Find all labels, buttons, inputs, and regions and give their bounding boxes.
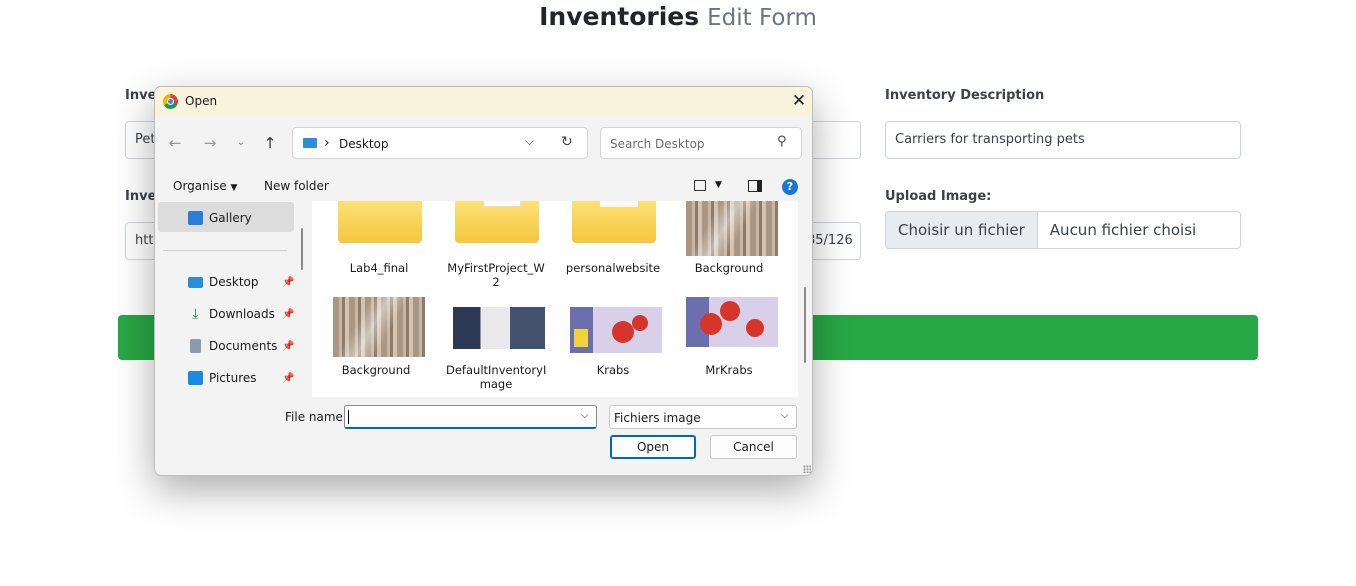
nav-item-label: Downloads [209, 307, 275, 321]
file-name: DefaultInventoryI mage [446, 363, 547, 391]
page-subheading: Edit Form [707, 5, 817, 31]
desktop-icon [188, 276, 203, 288]
folder-icon [455, 201, 539, 243]
nav-item-gallery[interactable]: Gallery [188, 208, 252, 228]
address-bar[interactable]: › Desktop ⌵ ↻ [292, 127, 588, 159]
breadcrumb-location[interactable]: Desktop [339, 137, 389, 151]
gallery-icon [188, 211, 203, 225]
organise-menu[interactable]: Organise ▼ [173, 179, 237, 193]
close-icon[interactable]: ✕ [789, 91, 809, 111]
dialog-title-bar[interactable]: Open ✕ [155, 87, 812, 116]
chevron-down-icon[interactable]: ⌵ [581, 410, 589, 421]
chevron-down-icon: ⌵ [781, 410, 789, 421]
inventory-description-input[interactable]: Carriers for transporting pets [885, 121, 1241, 159]
upload-image-input[interactable]: Choisir un fichier Aucun fichier choisi [885, 211, 1241, 249]
file-name: Background [341, 363, 411, 377]
page-heading: Inventories [539, 2, 700, 31]
recent-locations-chevron-icon[interactable]: ⌄ [231, 133, 251, 153]
inventory-name-input-tail[interactable] [805, 121, 861, 159]
new-folder-button[interactable]: New folder [264, 179, 329, 193]
navigation-pane: Gallery Desktop 📌 ⤓ Downloads 📌 Document… [155, 201, 307, 397]
nav-item-label: Pictures [209, 371, 257, 385]
nav-item-documents[interactable]: Documents 📌 [188, 336, 294, 356]
chevron-down-icon[interactable]: ▼ [715, 180, 722, 190]
file-grid: Lab4_final MyFirstProject_W 2 personalwe… [312, 201, 798, 397]
pin-icon[interactable]: 📌 [282, 277, 294, 288]
view-mode-icon[interactable] [694, 180, 706, 191]
search-placeholder: Search Desktop [610, 137, 705, 151]
nav-item-label: Documents [209, 339, 278, 353]
breadcrumb-separator: › [324, 135, 330, 151]
chevron-down-icon[interactable]: ⌵ [525, 134, 534, 149]
chosen-file-name: Aucun fichier choisi [1049, 221, 1197, 239]
forward-arrow-icon[interactable]: → [200, 133, 220, 153]
nav-item-downloads[interactable]: ⤓ Downloads 📌 [188, 304, 294, 324]
inventory-image-url-input-tail[interactable]: 85/126 [805, 222, 861, 260]
documents-icon [190, 339, 201, 353]
inventory-description-label: Inventory Description [885, 88, 1045, 103]
file-name: Krabs [596, 363, 630, 377]
image-thumbnail [570, 307, 662, 353]
help-icon[interactable]: ? [782, 179, 798, 195]
downloads-icon: ⤓ [192, 306, 199, 322]
preview-pane-icon[interactable] [748, 180, 762, 192]
chrome-icon [163, 94, 178, 109]
upload-image-label: Upload Image: [885, 189, 992, 204]
choose-file-button[interactable]: Choisir un fichier [886, 212, 1038, 248]
open-button[interactable]: Open [610, 435, 696, 459]
pin-icon[interactable]: 📌 [282, 373, 294, 384]
refresh-icon[interactable]: ↻ [561, 134, 573, 150]
image-thumbnail [686, 201, 778, 256]
file-name: Lab4_final [349, 261, 409, 275]
nav-item-label: Gallery [209, 211, 252, 225]
up-arrow-icon[interactable]: ↑ [260, 133, 280, 153]
folder-icon [572, 201, 656, 243]
desktop-icon [303, 138, 317, 148]
file-name: Background [694, 261, 764, 275]
file-name: MrKrabs [705, 363, 753, 377]
resize-grip-icon[interactable] [803, 465, 811, 473]
inventory-name-label: Inve [125, 88, 157, 103]
cancel-button[interactable]: Cancel [710, 435, 797, 459]
organise-label: Organise [173, 179, 227, 193]
folder-icon [338, 201, 422, 243]
search-icon: ⚲ [777, 134, 787, 149]
nav-item-pictures[interactable]: Pictures 📌 [188, 368, 294, 388]
nav-item-desktop[interactable]: Desktop 📌 [188, 272, 294, 292]
file-name: MyFirstProject_W 2 [447, 261, 545, 289]
file-name: personalwebsite [565, 261, 661, 275]
image-thumbnail [333, 297, 425, 357]
nav-scrollbar[interactable] [301, 228, 303, 270]
file-type-select[interactable]: Fichiers image ⌵ [609, 405, 797, 429]
page-title: Inventories Edit Form [0, 2, 1356, 31]
pin-icon[interactable]: 📌 [282, 341, 294, 352]
nav-item-label: Desktop [209, 275, 259, 289]
dialog-title: Open [185, 94, 218, 108]
search-input[interactable]: Search Desktop ⚲ [600, 127, 802, 159]
pin-icon[interactable]: 📌 [282, 309, 294, 320]
inventory-image-label: Inve [125, 189, 157, 204]
text-caret [348, 410, 349, 424]
chevron-down-icon: ▼ [230, 183, 238, 193]
nav-divider [163, 250, 287, 251]
pictures-icon [188, 371, 203, 385]
image-thumbnail [686, 297, 778, 347]
file-grid-scrollbar[interactable] [804, 287, 806, 363]
image-thumbnail [453, 307, 545, 349]
file-name-input[interactable]: ⌵ [344, 405, 597, 429]
file-type-value: Fichiers image [614, 411, 701, 425]
back-arrow-icon[interactable]: ← [165, 133, 185, 153]
file-name-label: File name: [285, 410, 347, 424]
open-file-dialog: Open ✕ ← → ⌄ ↑ › Desktop ⌵ ↻ Search Desk… [154, 86, 813, 476]
